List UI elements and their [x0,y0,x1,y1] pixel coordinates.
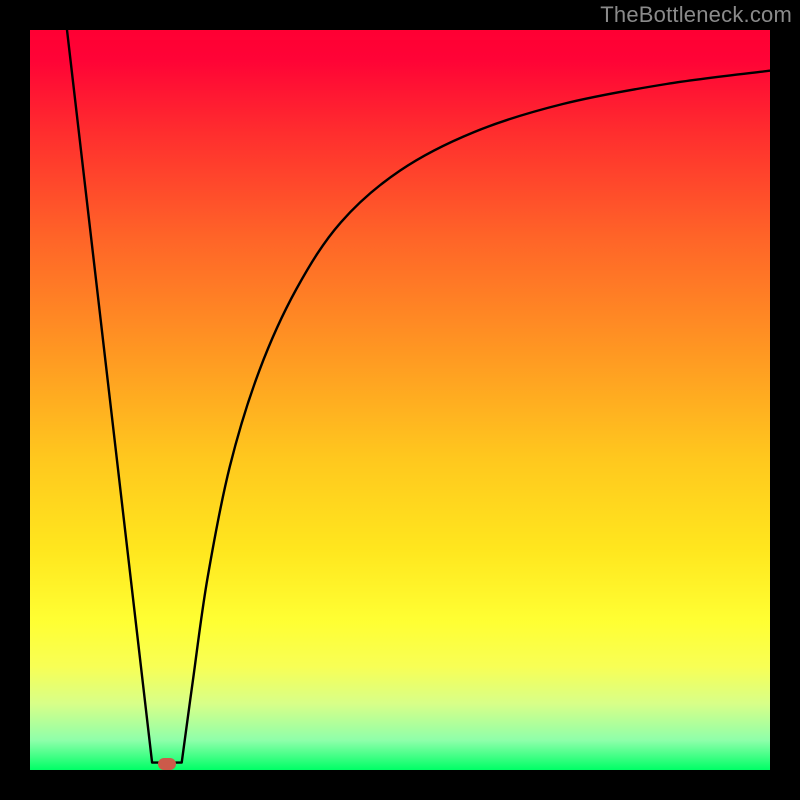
watermark-text: TheBottleneck.com [600,2,792,28]
optimal-point-marker [158,758,176,770]
bottleneck-curve [30,30,770,770]
plot-area [30,30,770,770]
chart-frame: TheBottleneck.com [0,0,800,800]
